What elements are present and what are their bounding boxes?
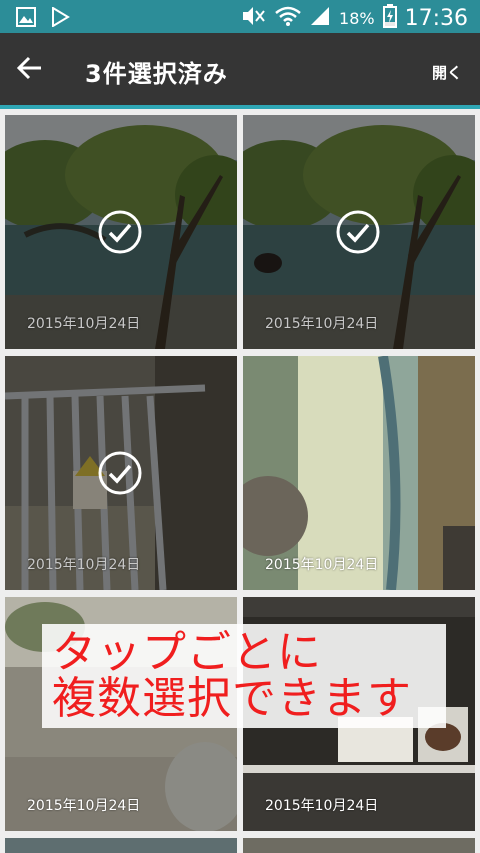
check-icon [98, 451, 142, 495]
photo-tile[interactable]: 2015年10月24日 [5, 597, 237, 831]
photo-tile[interactable]: 2015年10月24日 [243, 115, 475, 349]
photo-thumbnail [5, 838, 237, 853]
photo-tile[interactable]: 2015年10月24日 [5, 115, 237, 349]
photo-date: 2015年10月24日 [27, 316, 141, 332]
check-icon [98, 210, 142, 254]
gallery-notification-icon [16, 7, 36, 31]
battery-percentage: 18% [339, 8, 375, 28]
clock: 17:36 [404, 5, 468, 31]
photo-tile[interactable]: 2015年10月24日 [243, 597, 475, 831]
photo-date: 2015年10月24日 [265, 316, 379, 332]
open-button[interactable]: 開く [432, 62, 462, 83]
battery-charging-icon [382, 4, 397, 32]
wifi-icon [275, 5, 301, 31]
photo-date: 2015年10月24日 [27, 557, 141, 573]
play-store-notification-icon [50, 6, 70, 31]
photo-date: 2015年10月24日 [265, 798, 379, 814]
photo-date: 2015年10月24日 [27, 798, 141, 814]
photo-tile[interactable]: 2015年10月24日 [243, 356, 475, 590]
check-icon [336, 210, 380, 254]
back-button[interactable] [12, 50, 48, 86]
photo-tile[interactable] [243, 838, 475, 853]
photo-thumbnail [243, 838, 475, 853]
photo-tile[interactable]: 2015年10月24日 [5, 356, 237, 590]
status-bar: 18% 17:36 [0, 0, 480, 33]
photo-tile[interactable] [5, 838, 237, 853]
signal-icon [309, 5, 331, 31]
photo-grid: 2015年10月24日 2015年10月24日 2015年10月24日 2015… [0, 109, 480, 853]
selection-count-title: 3件選択済み [85, 60, 228, 88]
photo-date: 2015年10月24日 [265, 557, 379, 573]
back-arrow-icon [17, 56, 41, 80]
mute-icon [241, 5, 267, 31]
action-bar: 3件選択済み 開く [0, 33, 480, 109]
